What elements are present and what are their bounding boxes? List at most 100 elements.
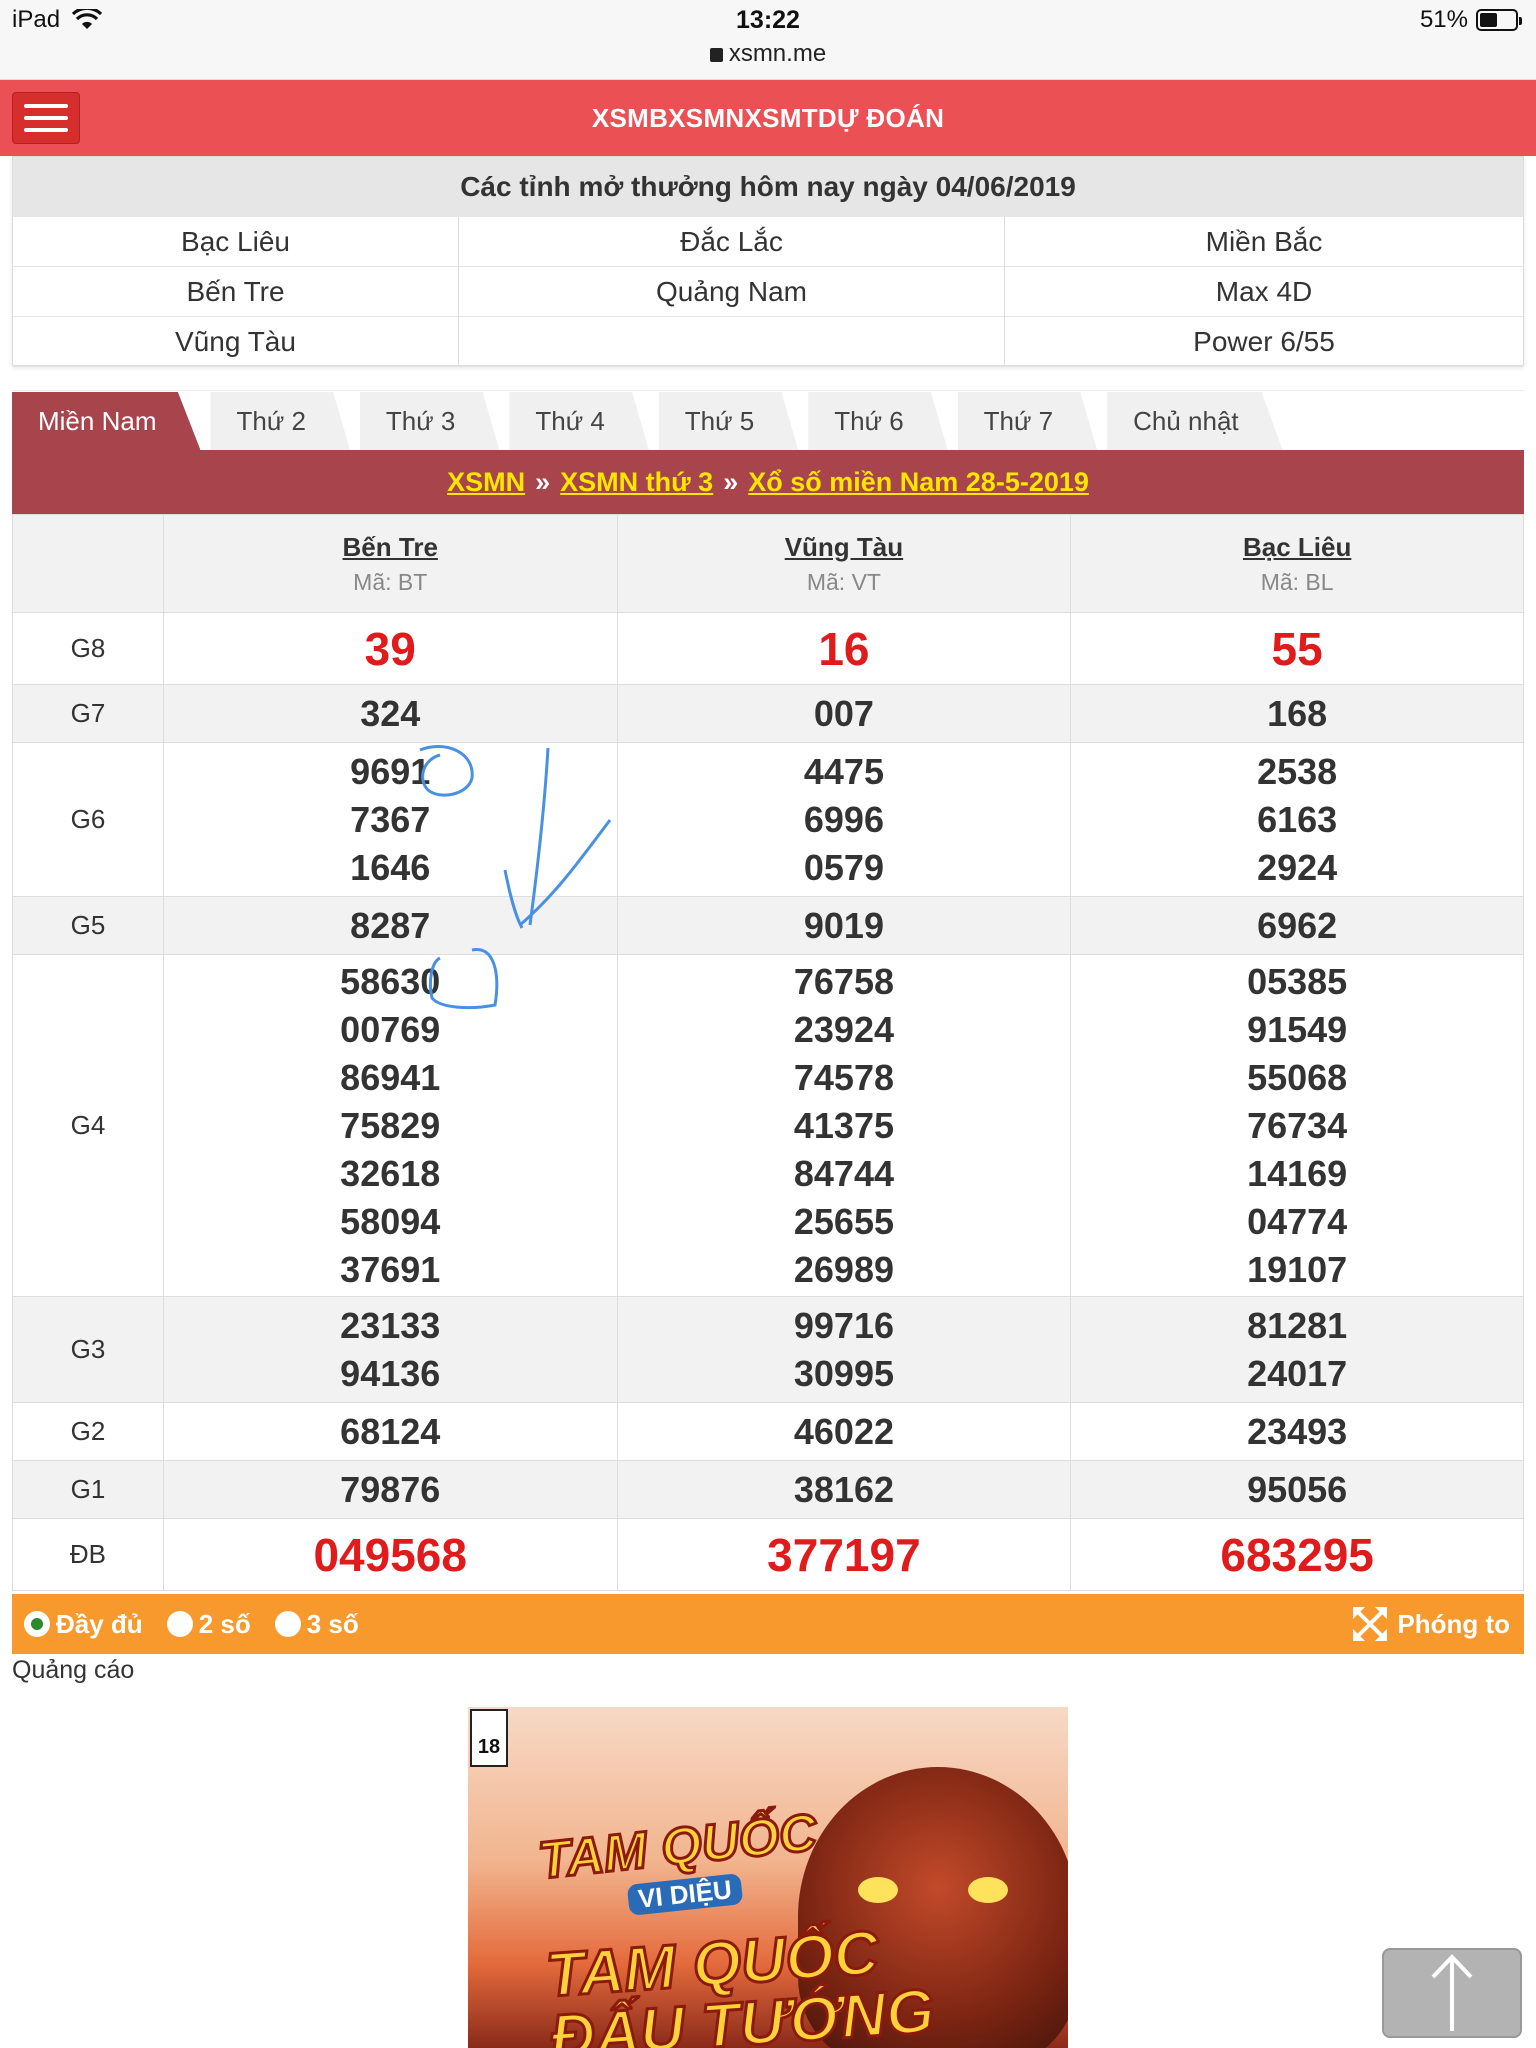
battery-level [1480,13,1498,27]
ad-banner[interactable]: 18 TAM QUỐC VI DIỆU TAM QUỐC ĐẤU TƯỚNG [468,1707,1068,2048]
breadcrumb-link-date[interactable]: Xổ số miền Nam 28-5-2019 [748,467,1089,498]
tab-thu-2[interactable]: Thứ 2 [210,392,350,450]
tab-chu-nhat[interactable]: Chủ nhật [1107,392,1283,450]
prize-number: 6163 [1257,798,1338,840]
menu-icon-bar [24,104,68,108]
prize-number: 55 [1271,622,1323,675]
address-bar[interactable]: xsmn.me [0,40,1536,68]
nav-link-du-doan[interactable]: DỰ ĐOÁN [818,103,944,134]
prize-cell: 049568 [162,1518,618,1591]
prize-number: 91549 [1247,1008,1348,1050]
prize-number: 324 [360,692,421,734]
province-link[interactable]: Max 4D [1005,267,1523,317]
top-nav: XSMB XSMN XSMT DỰ ĐOÁN [0,80,1536,156]
province-link[interactable]: Bạc Liêu [13,217,459,267]
prize-number: 81281 [1247,1304,1348,1346]
scroll-to-top-button[interactable] [1382,1948,1522,2038]
prize-label: G7 [12,684,164,743]
nav-links: XSMB XSMN XSMT DỰ ĐOÁN [592,103,944,134]
nav-link-xsmn[interactable]: XSMN [668,103,744,134]
prize-cell: 46022 [616,1402,1072,1461]
prize-number: 46022 [793,1410,894,1452]
nav-link-xsmt[interactable]: XSMT [744,103,817,134]
province-header: Bạc Liêu Mã: BL [1070,514,1524,613]
province-link[interactable]: Power 6/55 [1005,317,1523,367]
monster-eye [858,1877,898,1903]
prize-cell: 683295 [1070,1518,1524,1591]
tab-mien-nam[interactable]: Miền Nam [12,392,201,450]
results-table: Bến Tre Mã: BT Vũng Tàu Mã: VT Bạc Liêu … [12,514,1524,1591]
url-text: xsmn.me [728,40,827,67]
province-name-link[interactable]: Bến Tre [164,532,617,563]
prize-cell: 23493 [1070,1402,1524,1461]
province-code: Mã: VT [806,568,881,595]
prize-label: G8 [12,612,164,685]
breadcrumb: XSMN » XSMN thứ 3 » Xổ số miền Nam 28-5-… [12,450,1524,514]
day-tabs: Miền Nam Thứ 2 Thứ 3 Thứ 4 Thứ 5 Thứ 6 T… [12,390,1524,450]
prize-row: G6 9691 7367 1646 4475 6996 0579 2538 6163 2924 [12,742,1524,897]
option-two-label: 2 số [198,1608,251,1639]
prize-number: 23924 [793,1008,894,1050]
province-empty-cell [459,317,1005,367]
province-link[interactable]: Đắc Lắc [459,217,1005,267]
radio-checked-icon [24,1611,50,1637]
breadcrumb-link-xsmn[interactable]: XSMN [447,467,525,498]
prize-number: 6996 [803,798,884,840]
nav-link-xsmb[interactable]: XSMB [592,103,668,134]
breadcrumb-separator: » [723,466,739,497]
tab-thu-3[interactable]: Thứ 3 [359,392,500,450]
province-name-link[interactable]: Bạc Liêu [1071,532,1523,563]
clock: 13:22 [736,6,800,34]
option-2-digits[interactable]: 2 số [166,1608,251,1640]
option-three-label: 3 số [306,1608,359,1639]
prize-number: 26989 [793,1248,894,1290]
results-header-row: Bến Tre Mã: BT Vũng Tàu Mã: VT Bạc Liêu … [12,514,1524,613]
prize-number: 79876 [340,1468,441,1510]
zoom-button[interactable]: Phóng to [1351,1594,1510,1654]
option-3-digits[interactable]: 3 số [274,1608,359,1640]
prize-label: G2 [12,1402,164,1461]
prize-number: 76758 [793,960,894,1002]
prize-number: 683295 [1220,1528,1374,1581]
province-code: Mã: BT [353,568,428,595]
page: { "status_bar": {"device": "iPad", "time… [0,0,1536,2048]
prize-row: G2 68124 46022 23493 [12,1402,1524,1461]
ad-label: Quảng cáo [12,1656,135,1684]
option-full[interactable]: Đầy đủ [24,1609,143,1640]
prize-number: 00769 [340,1008,441,1050]
prize-label: G3 [12,1296,164,1403]
status-bar: iPad 13:22 xsmn.me 51% [0,0,1536,80]
prize-row: G3 23133 94136 99716 30995 81281 24017 [12,1296,1524,1403]
prize-row: ĐB 049568 377197 683295 [12,1518,1524,1591]
radio-icon [166,1611,193,1637]
prize-cell: 2538 6163 2924 [1070,742,1524,897]
prize-number: 377197 [767,1528,921,1581]
province-link[interactable]: Quảng Nam [459,267,1005,317]
prize-number: 55068 [1247,1056,1348,1098]
tab-thu-7[interactable]: Thứ 7 [957,392,1098,450]
prize-label: G4 [12,954,164,1297]
prize-number: 25655 [793,1200,894,1242]
province-link[interactable]: Vũng Tàu [13,317,459,367]
prize-number: 168 [1267,692,1328,734]
prize-number: 75829 [340,1104,441,1146]
zoom-label: Phóng to [1397,1608,1510,1639]
breadcrumb-link-xsmn-thu-3[interactable]: XSMN thứ 3 [560,467,713,498]
province-name-link[interactable]: Vũng Tàu [618,532,1071,563]
province-link[interactable]: Bến Tre [13,267,459,317]
tab-thu-5[interactable]: Thứ 5 [658,392,799,450]
tab-thu-4[interactable]: Thứ 4 [509,392,649,450]
prize-number: 6962 [1257,904,1338,946]
prize-cell: 23133 94136 [162,1296,618,1403]
prize-number: 2924 [1257,846,1338,888]
prize-label: G5 [12,896,164,955]
hamburger-menu-button[interactable] [12,92,80,144]
prize-cell: 324 [162,684,618,743]
province-header: Vũng Tàu Mã: VT [616,514,1072,613]
tab-thu-6[interactable]: Thứ 6 [808,392,948,450]
prize-cell: 81281 24017 [1070,1296,1524,1403]
province-header: Bến Tre Mã: BT [162,514,618,613]
prize-label: G6 [12,742,164,897]
prize-cell: 168 [1070,684,1524,743]
province-link[interactable]: Miền Bắc [1005,217,1523,267]
